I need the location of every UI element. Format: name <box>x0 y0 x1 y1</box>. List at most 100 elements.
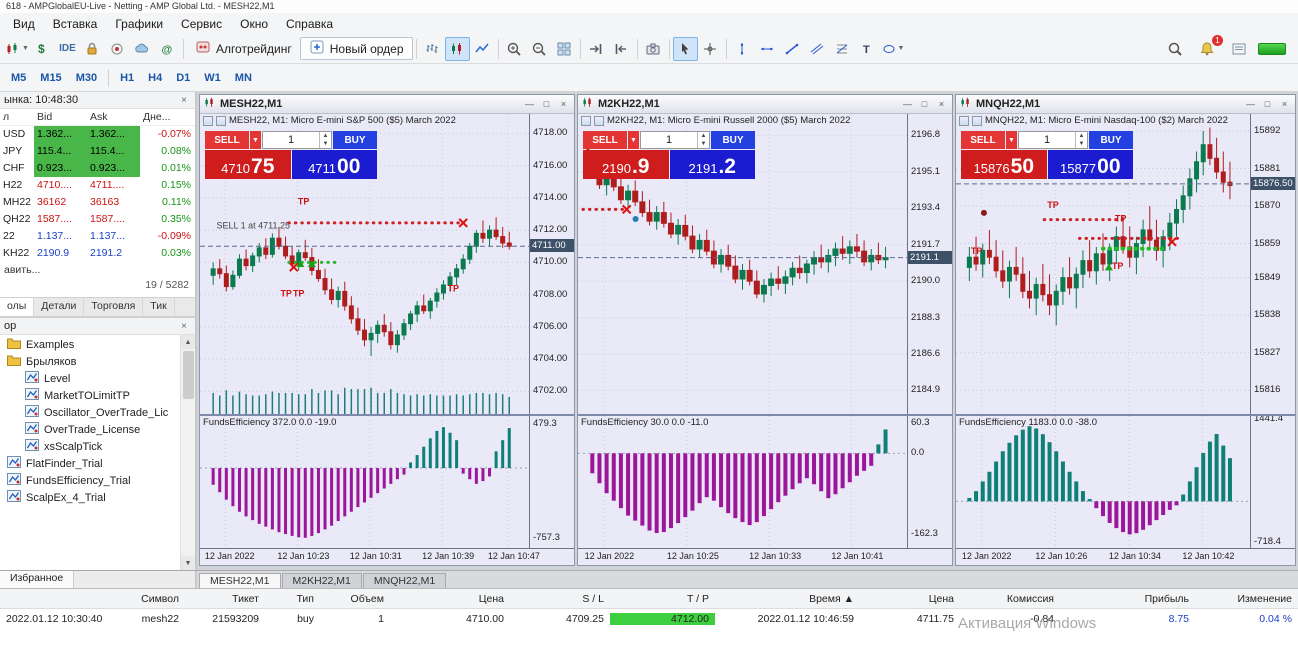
new-order-button[interactable]: Новый ордер <box>299 37 413 60</box>
buy-price[interactable]: 2191.2 <box>669 150 755 179</box>
volume-down-icon[interactable]: ▼ <box>698 140 709 148</box>
close-icon[interactable]: × <box>177 95 191 106</box>
auto-scroll-icon[interactable] <box>609 37 634 61</box>
minimize-button[interactable]: — <box>522 97 537 111</box>
timeframe-h4[interactable]: H4 <box>141 68 169 88</box>
timeframe-h1[interactable]: H1 <box>113 68 141 88</box>
add-symbol-row[interactable]: авить... <box>0 262 195 278</box>
bars-chart-icon[interactable] <box>420 37 445 61</box>
line-chart-icon[interactable] <box>470 37 495 61</box>
time-scale[interactable]: 12 Jan 2022 12 Jan 10:25 12 Jan 10:33 12 Ja… <box>578 548 952 565</box>
vertical-line-icon[interactable] <box>730 37 755 61</box>
market-watch-row[interactable]: JPY 115.4... 115.4... 0.08% <box>0 143 195 160</box>
tree-item[interactable]: OverTrade_License <box>0 421 195 438</box>
market-watch-column-header[interactable]: Дне... <box>140 109 195 126</box>
notifications-icon[interactable]: 1 <box>1194 34 1223 61</box>
scrollbar-thumb[interactable] <box>183 351 194 399</box>
market-watch-row[interactable]: MH22 36162 36163 0.11% <box>0 194 195 211</box>
zoom-in-icon[interactable] <box>502 37 527 61</box>
minimize-button[interactable]: — <box>1243 97 1258 111</box>
market-watch-row[interactable]: KH22 2190.9 2191.2 0.03% <box>0 245 195 262</box>
menu-item[interactable]: Сервис <box>172 15 231 33</box>
column-header[interactable]: Символ <box>105 593 185 605</box>
buy-button[interactable]: BUY <box>711 131 755 149</box>
market-watch-row[interactable]: USD 1.362... 1.362... -0.07% <box>0 126 195 143</box>
candles-chart-icon[interactable] <box>444 36 470 61</box>
market-watch-column-header[interactable]: Bid <box>34 109 87 126</box>
tree-item[interactable]: Level <box>0 370 195 387</box>
chart-plot[interactable]: SELL 1 at 4711.25 TP TP TP TP MESH22, M1: Mic… <box>200 114 529 414</box>
tree-item[interactable]: xsScalpTick <box>0 438 195 455</box>
trade-table-row[interactable]: 2022.01.12 10:30:40 mesh22 21593209 buy 1 471… <box>0 609 1298 628</box>
restore-button[interactable]: □ <box>539 97 554 111</box>
tree-item[interactable]: MarketTOLimitTP <box>0 387 195 404</box>
fibonacci-icon[interactable] <box>830 37 855 61</box>
scroll-up-icon[interactable]: ▲ <box>181 335 195 349</box>
tree-item[interactable]: Oscillator_OverTrade_Lic <box>0 404 195 421</box>
market-watch-column-header[interactable]: л <box>0 109 34 126</box>
chart-window-titlebar[interactable]: M2KH22,M1 — □ × <box>578 95 952 114</box>
timeframe-m15[interactable]: M15 <box>33 68 68 88</box>
cloud-icon[interactable] <box>130 37 155 61</box>
scroll-down-icon[interactable]: ▼ <box>181 556 195 570</box>
chart-tab-MNQH22,M1[interactable]: MNQH22,M1 <box>362 573 447 588</box>
column-header[interactable]: S / L <box>510 593 610 605</box>
tab-favorites[interactable]: Избранное <box>0 571 75 588</box>
market-journal-icon[interactable] <box>1226 37 1251 61</box>
tab-Тик[interactable]: Тик <box>143 298 175 316</box>
sell-price[interactable]: 15876 50 <box>961 150 1047 179</box>
volume-up-icon[interactable]: ▲ <box>1076 132 1087 140</box>
minimize-button[interactable]: — <box>900 97 915 111</box>
market-watch-row[interactable]: 22 1.137... 1.137... -0.09% <box>0 228 195 245</box>
column-header[interactable]: Цена <box>390 593 510 605</box>
timeframe-mn[interactable]: MN <box>228 68 259 88</box>
lock-icon[interactable] <box>80 37 105 61</box>
sell-button[interactable]: SELL <box>961 131 1005 149</box>
menu-item[interactable]: Справка <box>277 15 342 33</box>
algo-trading-button[interactable]: Алготрейдинг <box>187 37 300 60</box>
menu-item[interactable]: Вид <box>4 15 44 33</box>
time-scale[interactable]: 12 Jan 2022 12 Jan 10:26 12 Jan 10:34 12 Ja… <box>956 548 1295 565</box>
price-scale[interactable]: 15892 15881 15870 15859 15849 15838 15827 15816… <box>1250 114 1295 414</box>
chart-shift-icon[interactable] <box>584 37 609 61</box>
crosshair-icon[interactable] <box>698 37 723 61</box>
chart-plot[interactable]: M2KH22, M1: Micro E-mini Russell 2000 ($… <box>578 114 907 414</box>
column-header[interactable]: Тип <box>265 593 320 605</box>
volume-down-icon[interactable]: ▼ <box>1076 140 1087 148</box>
restore-button[interactable]: □ <box>1260 97 1275 111</box>
new-chart-icon[interactable]: ▼ <box>4 37 30 61</box>
buy-button[interactable]: BUY <box>1089 131 1133 149</box>
market-watch-row[interactable]: H22 4710.... 4711.... 0.15% <box>0 177 195 194</box>
tile-windows-icon[interactable] <box>552 37 577 61</box>
account-dollar-icon[interactable]: $ <box>30 37 55 61</box>
column-header[interactable]: Время ▲ <box>715 593 860 605</box>
indicator-pane[interactable]: FundsEfficiency 1183.0 0.0 -38.0 <box>956 416 1250 548</box>
volume-input[interactable]: 1 ▲ ▼ <box>640 131 710 149</box>
sell-dropdown-icon[interactable]: ▼ <box>250 131 261 149</box>
close-button[interactable]: × <box>934 97 949 111</box>
navigator-scrollbar[interactable]: ▲ ▼ <box>180 335 195 570</box>
community-icon[interactable]: @ <box>155 37 180 61</box>
timeframe-w1[interactable]: W1 <box>197 68 228 88</box>
sell-dropdown-icon[interactable]: ▼ <box>628 131 639 149</box>
tree-item[interactable]: FundsEfficiency_Trial <box>0 472 195 489</box>
column-header[interactable]: Комиссия <box>960 593 1060 605</box>
chart-window-titlebar[interactable]: MNQH22,M1 — □ × <box>956 95 1295 114</box>
chart-tab-MESH22,M1[interactable]: MESH22,M1 <box>199 573 281 588</box>
tab-Детали[interactable]: Детали <box>34 298 85 316</box>
chart-tab-M2KH22,M1[interactable]: M2KH22,M1 <box>281 573 362 588</box>
timeframe-m5[interactable]: M5 <box>4 68 33 88</box>
zoom-out-icon[interactable] <box>527 37 552 61</box>
equidistant-channel-icon[interactable] <box>805 37 830 61</box>
menu-item[interactable]: Графики <box>106 15 172 33</box>
tab-Торговля[interactable]: Торговля <box>84 298 144 316</box>
volume-up-icon[interactable]: ▲ <box>320 132 331 140</box>
cursor-icon[interactable] <box>672 36 698 61</box>
volume-down-icon[interactable]: ▼ <box>320 140 331 148</box>
sell-button[interactable]: SELL <box>583 131 627 149</box>
tree-item[interactable]: Examples <box>0 336 195 353</box>
window-titlebar[interactable]: 618 - AMPGlobalEU-Live - Netting - AMP G… <box>0 0 1298 13</box>
chart-plot[interactable]: TP TP TP TP MNQH22, M1: Micro E-mini Nasdaq-… <box>956 114 1250 414</box>
price-scale[interactable]: 4718.00 4716.00 4714.00 4712.00 4710.00 4708.… <box>529 114 574 414</box>
indicator-pane[interactable]: FundsEfficiency 30.0 0.0 -11.0 <box>578 416 907 548</box>
